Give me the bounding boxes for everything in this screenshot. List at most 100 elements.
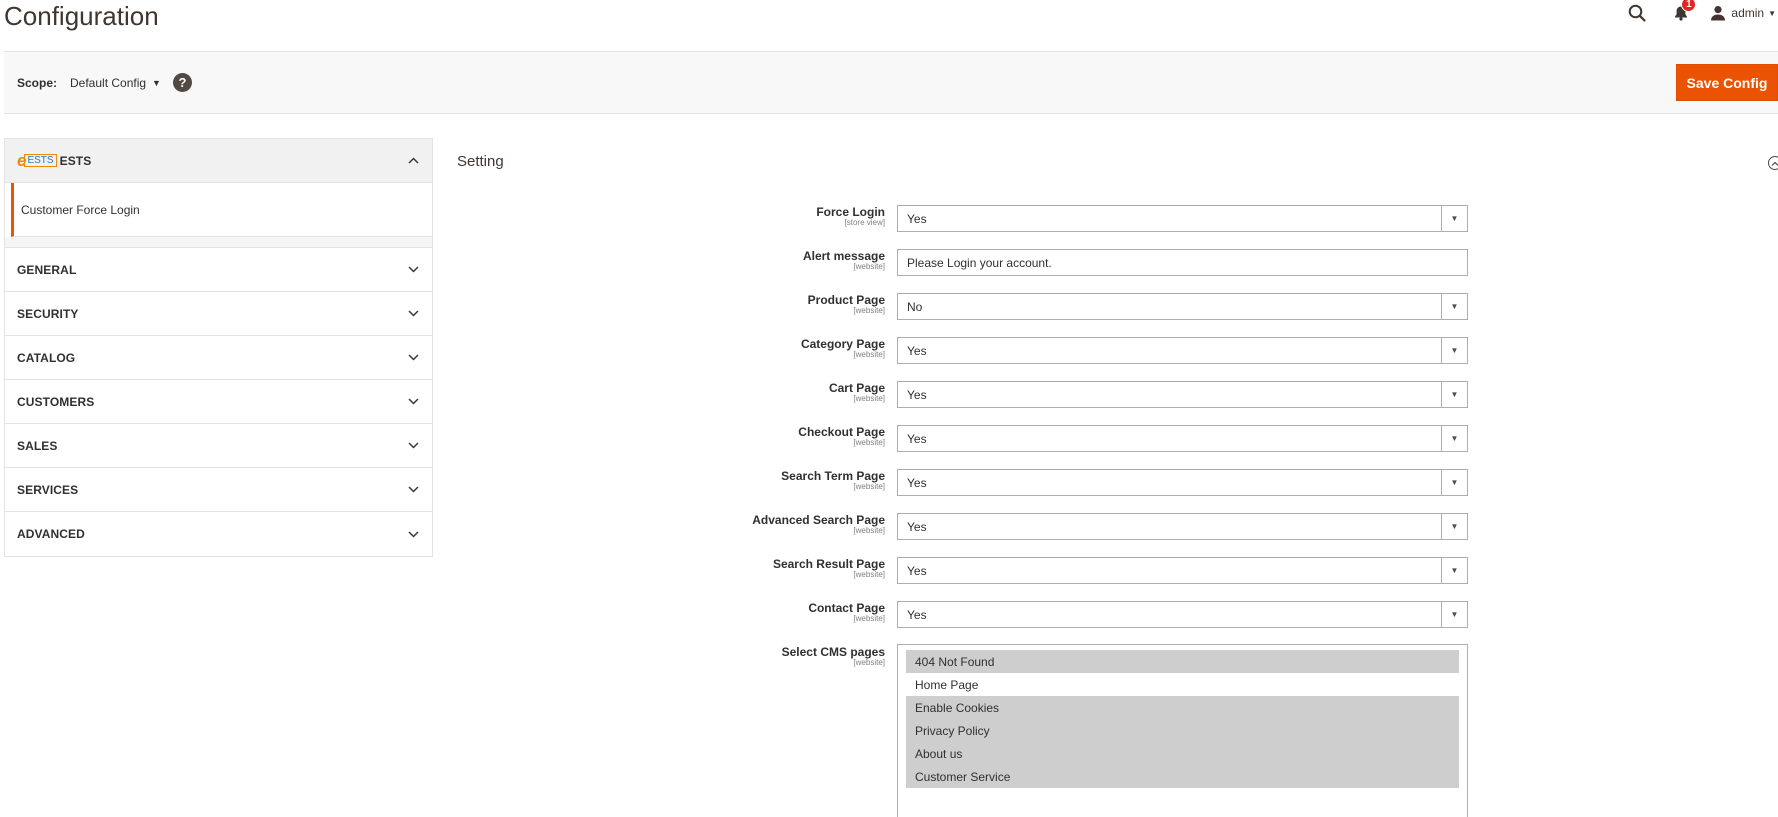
field-scope: [website] [853,438,885,447]
field-label: Alert message [802,249,885,263]
sidebar-item-customer-force-login[interactable]: Customer Force Login [11,183,432,237]
field-scope: [website] [853,614,885,623]
field-scope: [website] [853,526,885,535]
tab-customers[interactable]: CUSTOMERS [5,380,432,424]
select-value: Yes [907,607,927,622]
field-row-contact-page: Contact Page [website] Yes ▼ [600,601,1470,629]
tab-security[interactable]: SECURITY [5,292,432,336]
chevron-down-icon [407,264,419,276]
user-icon [1711,6,1726,21]
notifications-button[interactable]: 1 [1670,0,1697,24]
tab-catalog[interactable]: CATALOG [5,336,432,380]
field-scope: [website] [853,306,885,315]
caret-down-icon: ▼ [1441,338,1467,363]
alert-message-input[interactable]: Please Login your account. [897,249,1468,276]
user-name: admin [1731,6,1765,20]
chevron-up-circle-icon[interactable] [1768,156,1778,170]
field-row-cart-page: Cart Page [website] Yes ▼ [600,381,1470,409]
field-label: Search Term Page [781,469,885,483]
list-item[interactable]: 404 Not Found [906,650,1459,673]
list-item[interactable]: Enable Cookies [906,696,1459,719]
caret-down-icon: ▼ [152,78,161,88]
chevron-down-icon [407,352,419,364]
field-row-checkout-page: Checkout Page [website] Yes ▼ [600,425,1470,453]
field-row-category-page: Category Page [website] Yes ▼ [600,337,1470,365]
list-item[interactable]: About us [906,742,1459,765]
search-result-page-select[interactable]: Yes ▼ [897,557,1468,584]
caret-down-icon: ▼ [1441,602,1467,627]
ests-brand: e ESTS ESTS [17,151,92,170]
caret-down-icon: ▼ [1441,294,1467,319]
tab-title: ESTS [59,153,92,168]
tab-advanced[interactable]: ADVANCED [5,512,432,556]
config-sidebar: e ESTS ESTS Customer Force Login GENERAL… [4,138,433,557]
scope-label: Scope: [17,76,58,90]
cart-page-select[interactable]: Yes ▼ [897,381,1468,408]
field-label: Advanced Search Page [752,513,885,527]
chevron-down-icon [407,440,419,452]
list-item[interactable]: Home Page [906,673,1459,696]
chevron-down-icon [407,308,419,320]
advanced-search-page-select[interactable]: Yes ▼ [897,513,1468,540]
scope-bar: Scope: Default Config ▼ ? Save Config [4,51,1778,114]
search-icon[interactable] [1626,2,1648,24]
field-row-search-result-page: Search Result Page [website] Yes ▼ [600,557,1470,585]
select-value: Yes [907,431,927,446]
chevron-down-icon [407,484,419,496]
caret-down-icon: ▼ [1768,8,1776,18]
caret-down-icon: ▼ [1441,470,1467,495]
input-value: Please Login your account. [907,255,1052,270]
chevron-down-icon [407,396,419,408]
chevron-down-icon [407,528,419,540]
select-value: Yes [907,563,927,578]
field-label: Product Page [807,293,885,307]
force-login-select[interactable]: Yes ▼ [897,205,1468,232]
save-config-button[interactable]: Save Config [1676,64,1778,101]
field-row-product-page: Product Page [website] No ▼ [600,293,1470,321]
list-item[interactable]: Privacy Policy [906,719,1459,742]
section-title-setting[interactable]: Setting [457,153,504,170]
field-label: Checkout Page [798,425,885,439]
cms-pages-multiselect[interactable]: 404 Not Found Home Page Enable Cookies P… [897,644,1468,817]
tab-ests[interactable]: e ESTS ESTS [5,139,432,183]
field-label: Cart Page [828,381,885,395]
field-row-advanced-search-page: Advanced Search Page [website] Yes ▼ [600,513,1470,541]
select-value: Yes [907,519,927,534]
user-menu[interactable]: admin ▼ [1710,5,1778,21]
tab-services[interactable]: SERVICES [5,468,432,512]
list-item[interactable]: Customer Service [906,765,1459,788]
field-row-force-login: Force Login [store view] Yes ▼ [600,205,1470,233]
contact-page-select[interactable]: Yes ▼ [897,601,1468,628]
tab-general[interactable]: GENERAL [5,248,432,292]
search-term-page-select[interactable]: Yes ▼ [897,469,1468,496]
field-scope: [store view] [844,218,885,227]
caret-down-icon: ▼ [1441,382,1467,407]
scope-value: Default Config [70,76,147,90]
select-value: Yes [907,211,927,226]
select-value: Yes [907,387,927,402]
field-label: Category Page [800,337,885,351]
field-row-alert-message: Alert message [website] Please Login you… [600,249,1470,277]
select-value: Yes [907,343,927,358]
notification-count-badge: 1 [1681,0,1697,12]
caret-down-icon: ▼ [1441,426,1467,451]
field-label: Contact Page [808,601,885,615]
field-scope: [website] [853,570,885,579]
page-title: Configuration [4,1,159,31]
caret-down-icon: ▼ [1441,514,1467,539]
help-icon[interactable]: ? [173,73,192,92]
select-value: Yes [907,475,927,490]
field-label: Search Result Page [772,557,885,571]
field-label: Select CMS pages [781,645,885,659]
ests-sub-items: Customer Force Login [5,183,432,248]
select-value: No [907,299,923,314]
tab-sales[interactable]: SALES [5,424,432,468]
scope-switcher[interactable]: Default Config ▼ [70,76,161,90]
caret-down-icon: ▼ [1441,558,1467,583]
ests-logo: e ESTS [17,151,57,170]
product-page-select[interactable]: No ▼ [897,293,1468,320]
checkout-page-select[interactable]: Yes ▼ [897,425,1468,452]
field-scope: [website] [853,262,885,271]
field-scope: [website] [853,350,885,359]
category-page-select[interactable]: Yes ▼ [897,337,1468,364]
